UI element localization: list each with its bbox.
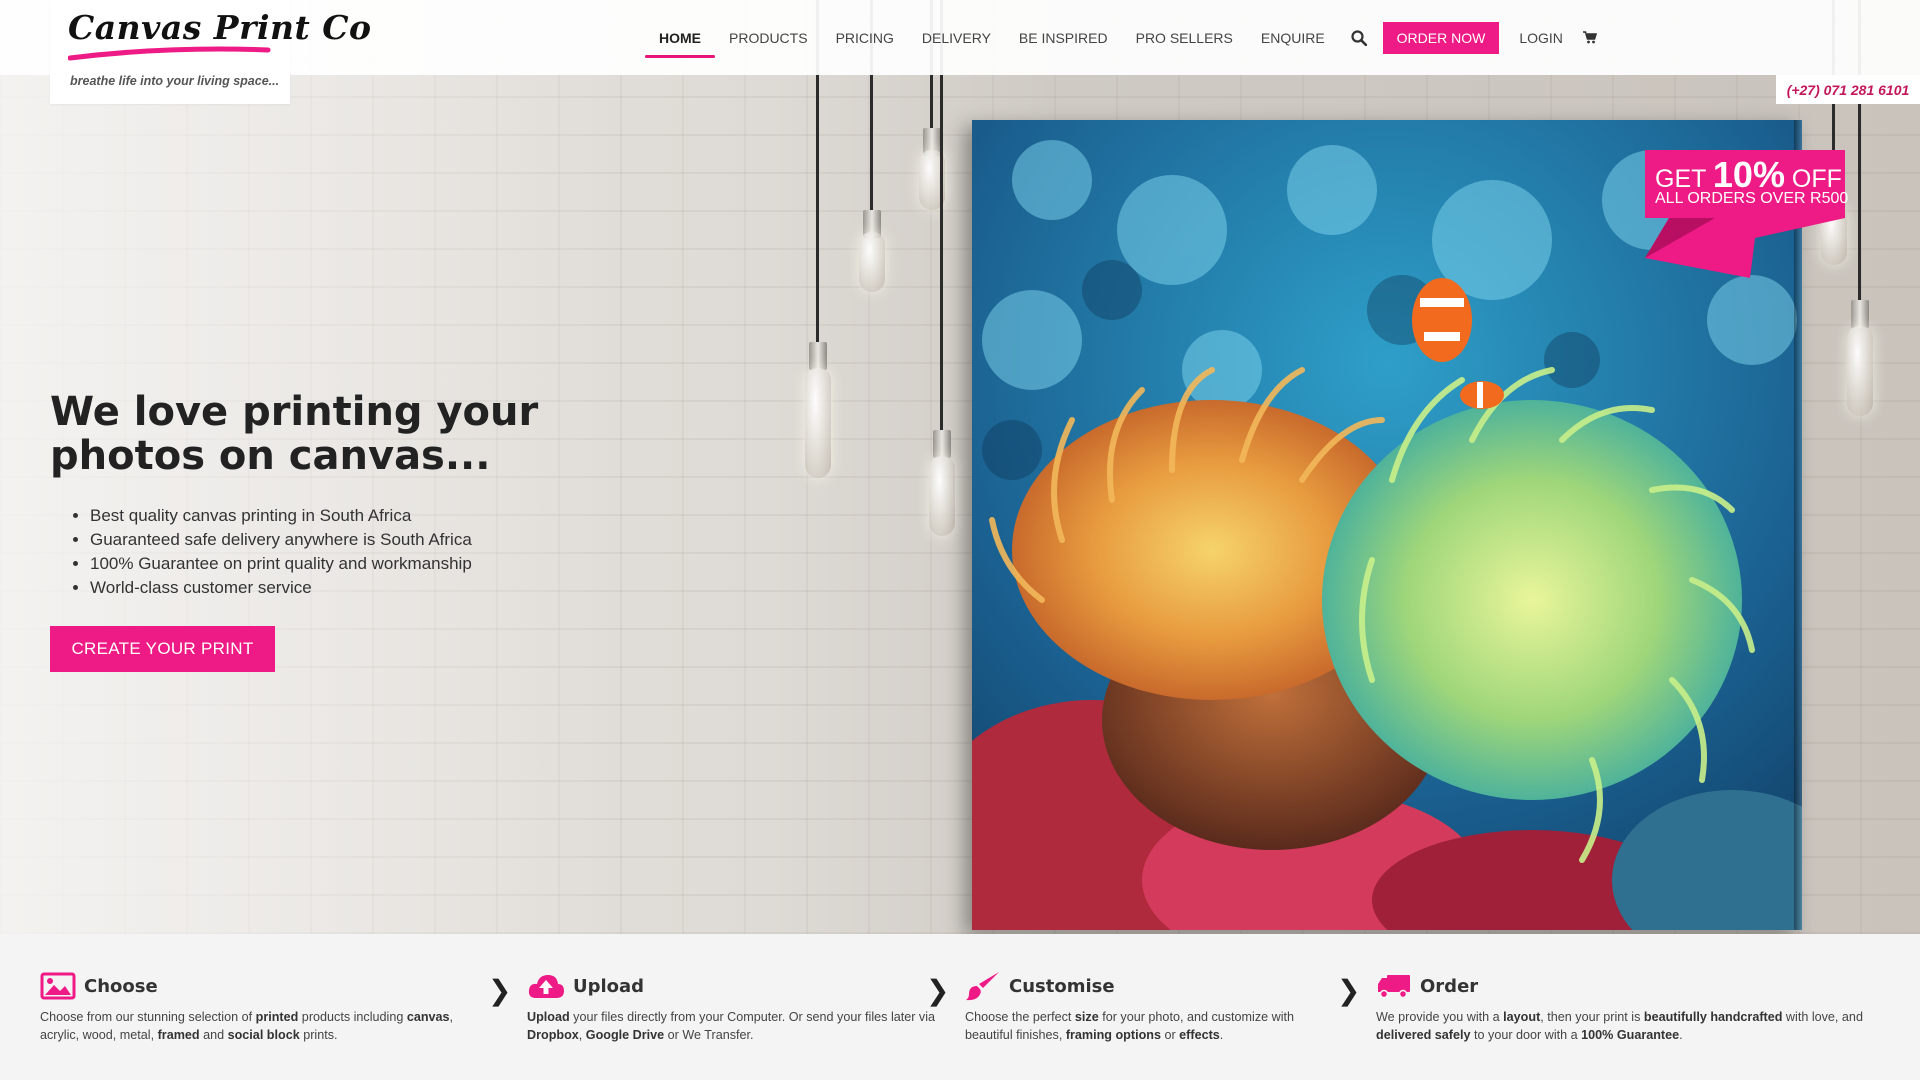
order-now-button[interactable]: ORDER NOW: [1382, 21, 1500, 54]
nav-pro-sellers[interactable]: PRO SELLERS: [1136, 30, 1233, 46]
cloud-upload-icon: [528, 975, 564, 998]
paintbrush-icon: [966, 972, 999, 1001]
step-title: Order: [1420, 975, 1479, 997]
image-icon: [40, 972, 76, 1000]
logo-swoosh: [68, 46, 271, 61]
hero-bullet-list: Best quality canvas printing in South Af…: [60, 504, 472, 600]
light-bulb: [929, 456, 955, 536]
step-separator-icon: ❯: [926, 974, 950, 1007]
nav-enquire[interactable]: ENQUIRE: [1261, 30, 1325, 46]
main-nav: HOME PRODUCTS PRICING DELIVERY BE INSPIR…: [645, 0, 1597, 75]
light-socket: [1851, 300, 1869, 328]
nav-products[interactable]: PRODUCTS: [729, 30, 808, 46]
step-description: Upload your files directly from your Com…: [527, 1010, 936, 1042]
search-icon[interactable]: [1351, 29, 1367, 46]
step-choose: Choose Choose from our stunning selectio…: [40, 970, 480, 1044]
step-upload: Upload Upload your files directly from y…: [527, 970, 947, 1044]
step-title: Customise: [1009, 975, 1115, 997]
promo-banner[interactable]: GET 10% OFF ALL ORDERS OVER R500: [1645, 150, 1849, 278]
step-order: Order We provide you with a layout, then…: [1376, 970, 1886, 1044]
step-title: Choose: [84, 975, 158, 997]
how-it-works-section: Choose Choose from our stunning selectio…: [0, 934, 1920, 1080]
light-bulb: [805, 368, 831, 478]
light-bulb: [859, 232, 885, 292]
light-socket: [933, 430, 951, 458]
nav-pricing[interactable]: PRICING: [836, 30, 894, 46]
truck-icon: [1378, 975, 1410, 999]
hero-bullet: Best quality canvas printing in South Af…: [90, 504, 472, 528]
logo-tagline: breathe life into your living space...: [70, 74, 280, 88]
step-title: Upload: [573, 975, 645, 997]
phone-number[interactable]: (+27) 071 281 6101: [1776, 75, 1920, 104]
hero-bullet: World-class customer service: [90, 576, 472, 600]
nav-login[interactable]: LOGIN: [1519, 30, 1563, 46]
nav-delivery[interactable]: DELIVERY: [922, 30, 991, 46]
cart-icon[interactable]: [1582, 31, 1597, 44]
hero-section: GET 10% OFF ALL ORDERS OVER R500 We love…: [0, 0, 1920, 934]
promo-subline: ALL ORDERS OVER R500: [1655, 190, 1849, 207]
hero-bullet: Guaranteed safe delivery anywhere is Sou…: [90, 528, 472, 552]
hero-headline: We love printing your photos on canvas..…: [50, 389, 539, 479]
create-print-button[interactable]: CREATE YOUR PRINT: [50, 626, 275, 672]
nav-home[interactable]: HOME: [645, 30, 715, 58]
step-separator-icon: ❯: [488, 974, 512, 1007]
light-bulb: [1847, 326, 1873, 416]
site-logo[interactable]: Canvas Print Co breathe life into your l…: [50, 0, 371, 104]
logo-name: Canvas Print Co: [68, 8, 372, 47]
hero-bullet: 100% Guarantee on print quality and work…: [90, 552, 472, 576]
step-separator-icon: ❯: [1337, 974, 1361, 1007]
nav-be-inspired[interactable]: BE INSPIRED: [1019, 30, 1108, 46]
step-description: Choose from our stunning selection of pr…: [40, 1010, 454, 1042]
promo-ribbon-tail: [1645, 218, 1845, 278]
light-socket: [809, 342, 827, 370]
step-description: Choose the perfect size for your photo, …: [965, 1010, 1295, 1042]
step-customise: Customise Choose the perfect size for yo…: [965, 970, 1325, 1044]
step-description: We provide you with a layout, then your …: [1376, 1010, 1863, 1042]
